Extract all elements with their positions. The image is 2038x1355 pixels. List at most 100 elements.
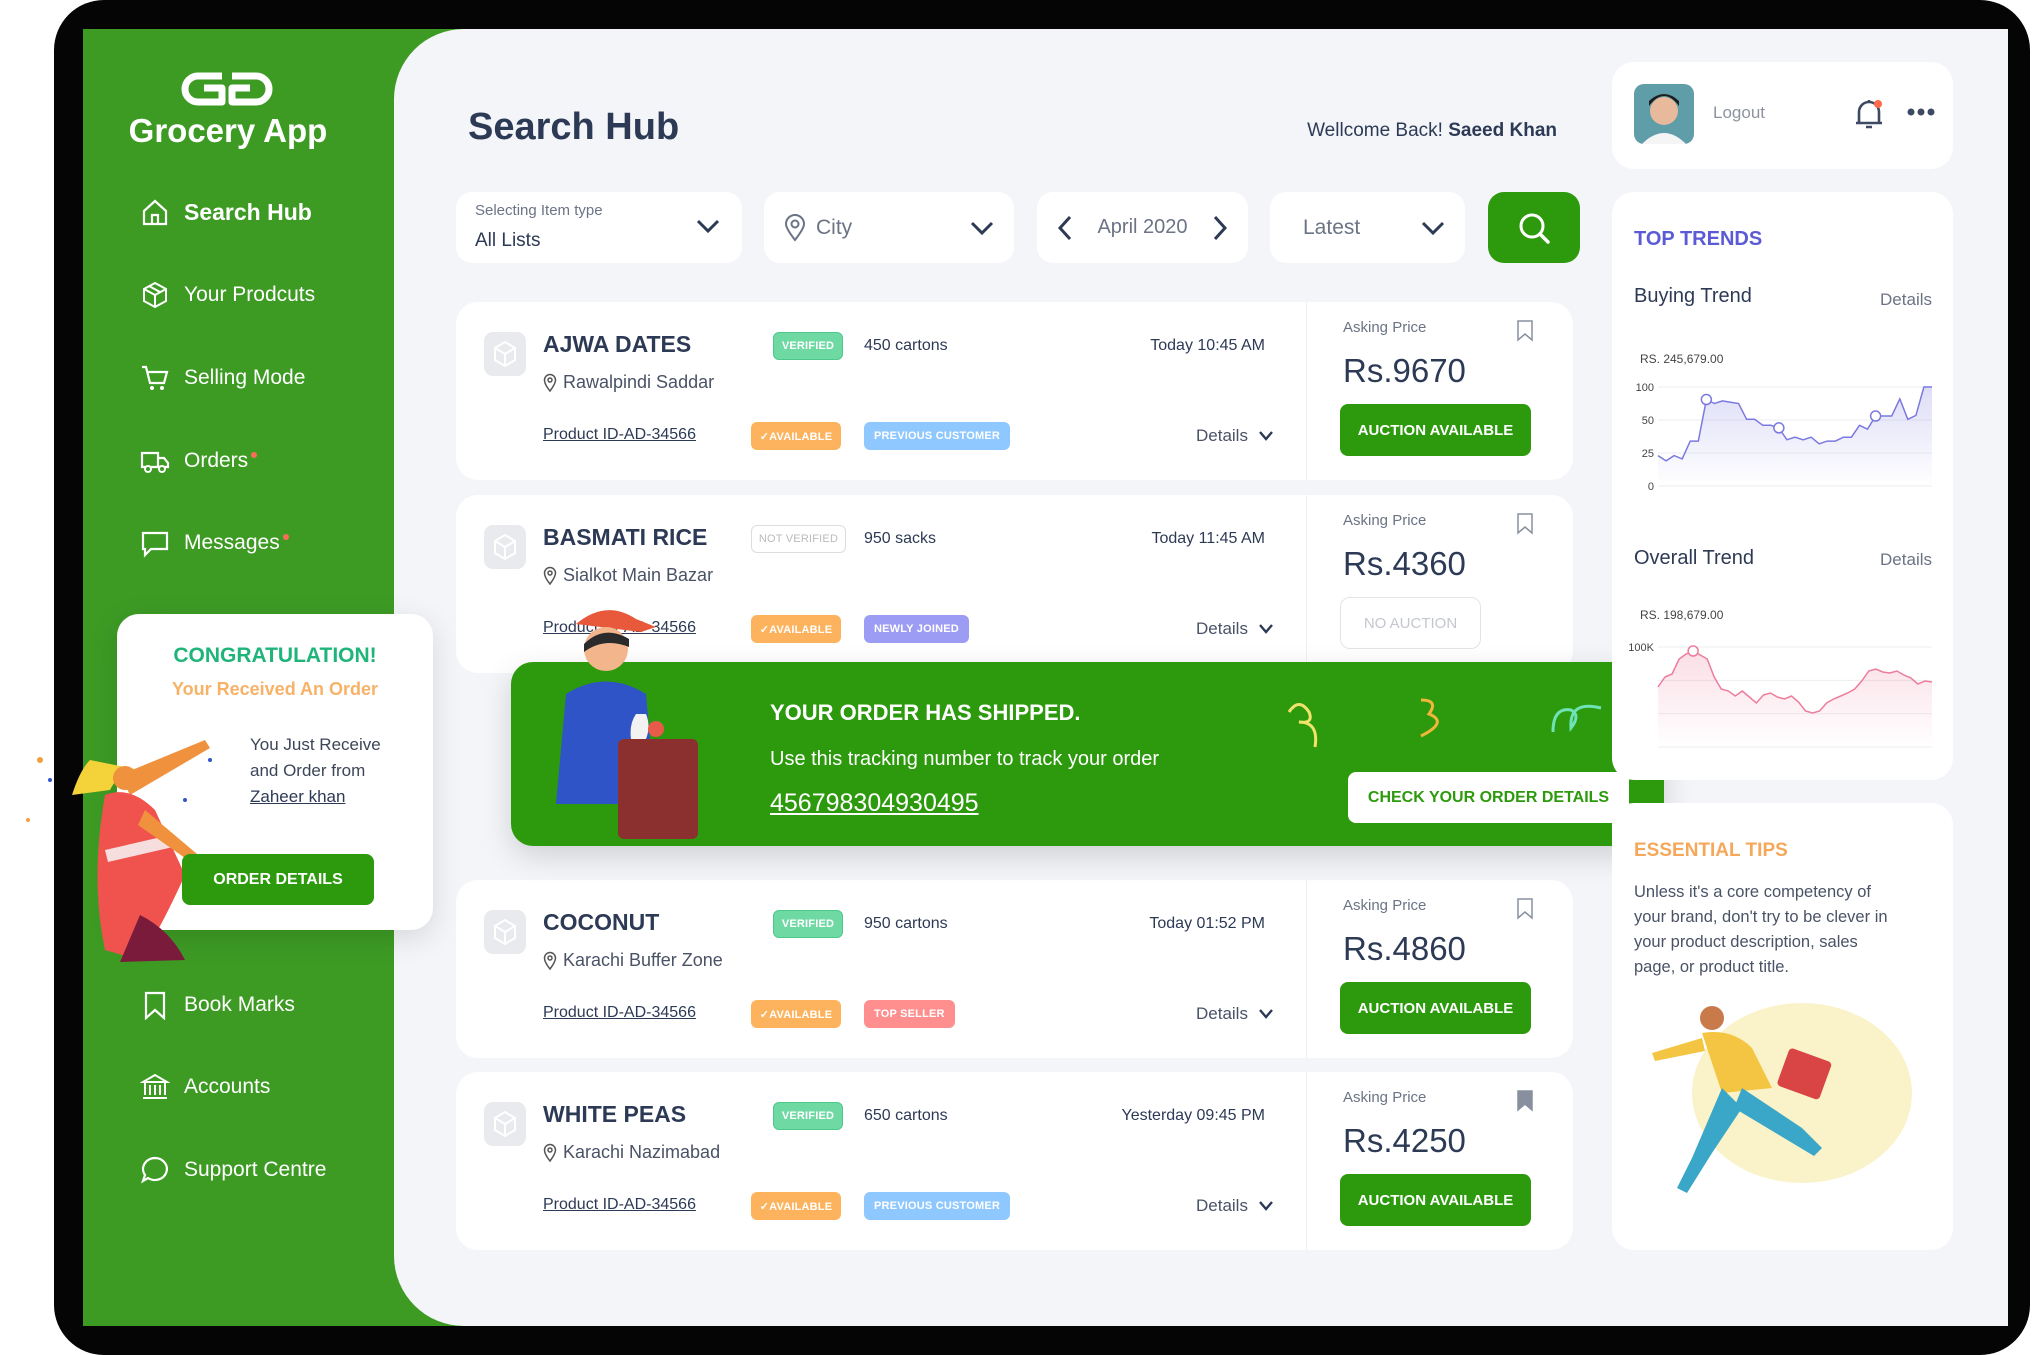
congrats-title: CONGRATULATION! [173, 644, 377, 667]
city-label: City [816, 216, 853, 239]
search-button[interactable] [1488, 192, 1580, 263]
product-id-link[interactable]: Product ID-AD-34566 [543, 426, 696, 444]
more-options-icon[interactable] [1907, 107, 1935, 117]
sidebar-item-label: Selling Mode [184, 366, 306, 389]
product-id-link[interactable]: Product ID-AD-34566 [543, 1004, 696, 1022]
asking-price: Rs.4860 [1343, 930, 1466, 967]
check-order-details-button[interactable]: CHECK YOUR ORDER DETAILS [1348, 772, 1629, 823]
listing-time: Yesterday 09:45 PM [1121, 1107, 1266, 1124]
product-name: BASMATI RICE [543, 524, 708, 550]
buying-value-label: RS. 245,679.00 [1640, 352, 1724, 366]
location: Karachi Buffer Zone [563, 950, 723, 970]
data-point-marker[interactable] [1700, 393, 1713, 406]
location-pin-icon [784, 214, 806, 242]
listing-time: Today 01:52 PM [1149, 915, 1265, 932]
listing-card: AJWA DATES VERIFIED 450 cartons Today 10… [456, 302, 1573, 480]
location: Karachi Nazimabad [563, 1142, 721, 1162]
item-type-select[interactable]: Selecting Item type All Lists [456, 192, 742, 263]
item-type-value: All Lists [475, 230, 541, 251]
asking-price: Rs.4360 [1343, 545, 1466, 582]
details-toggle[interactable]: Details [1196, 1196, 1274, 1216]
congrats-subtitle: Your Received An Order [171, 679, 379, 699]
sidebar-item-search-hub[interactable]: Search Hub [140, 192, 312, 232]
chevron-down-icon [1259, 1009, 1273, 1019]
chevron-down-icon [1259, 624, 1273, 634]
location-pin-icon [543, 373, 557, 393]
sidebar-item-support-centre[interactable]: Support Centre [140, 1150, 326, 1190]
sidebar-item-messages[interactable]: Messages [140, 523, 289, 563]
sort-select[interactable]: Latest [1270, 192, 1465, 263]
top-trends-card: TOP TRENDS Buying Trend Details RS. 245,… [1612, 192, 1953, 780]
data-point-marker[interactable] [1869, 410, 1882, 422]
details-toggle[interactable]: Details [1196, 426, 1274, 446]
buying-trend-title: Buying Trend [1634, 285, 1752, 307]
sidebar-item-label: Messages [184, 531, 280, 554]
y-tick-label: 50 [1642, 415, 1654, 427]
y-tick-label: 100 [1636, 382, 1654, 394]
listing-time: Today 11:45 AM [1151, 530, 1265, 547]
auction-available-button[interactable]: AUCTION AVAILABLE [1340, 1174, 1531, 1226]
product-id-link[interactable]: Product ID-AD-34566 [543, 1196, 696, 1214]
chevron-down-icon [1259, 1201, 1273, 1211]
product-icon [484, 332, 526, 376]
location-pin-icon [543, 1143, 557, 1163]
location-pin-icon [543, 951, 557, 971]
top-trends-title: TOP TRENDS [1634, 228, 1763, 250]
sidebar-item-selling-mode[interactable]: Selling Mode [140, 358, 305, 398]
banner-subtitle: Use this tracking number to track your o… [770, 748, 1160, 770]
details-label: Details [1196, 619, 1248, 638]
chevron-down-icon [696, 219, 720, 234]
quantity: 950 sacks [864, 530, 937, 547]
sidebar-item-book-marks[interactable]: Book Marks [140, 985, 295, 1025]
auction-available-button[interactable]: AUCTION AVAILABLE [1340, 982, 1531, 1034]
avatar[interactable] [1634, 84, 1694, 144]
sidebar-item-your-prodcuts[interactable]: Your Prodcuts [140, 275, 315, 315]
data-point-marker[interactable] [1687, 645, 1699, 657]
sidebar-item-orders[interactable]: Orders [140, 441, 258, 481]
tips-line: page, or product title. [1634, 958, 1790, 976]
overall-value-label: RS. 198,679.00 [1640, 608, 1724, 622]
delivery-man-illustration [556, 610, 698, 839]
bookmark-icon[interactable] [1516, 1090, 1534, 1112]
product-name: AJWA DATES [543, 331, 692, 357]
data-point-marker[interactable] [1773, 422, 1785, 434]
bookmark-icon[interactable] [1516, 898, 1534, 920]
bookmark-icon[interactable] [1516, 320, 1534, 342]
location-pin-icon [543, 566, 557, 586]
sidebar-item-label: Accounts [184, 1075, 271, 1098]
y-tick-label: 100K [1628, 642, 1654, 654]
home-icon [142, 199, 168, 226]
not-verified-badge: NOT VERIFIED [751, 525, 846, 553]
details-toggle[interactable]: Details [1196, 619, 1274, 639]
overall-details-link[interactable]: Details [1880, 550, 1932, 570]
city-select[interactable]: City [764, 192, 1014, 263]
welcome-text: Wellcome Back! Saeed Khan [1307, 120, 1557, 142]
notification-dot [282, 534, 289, 540]
location: Rawalpindi Saddar [563, 372, 715, 392]
sidebar-item-accounts[interactable]: Accounts [140, 1067, 270, 1107]
welcome-label: Wellcome Back! [1307, 120, 1443, 141]
buying-details-link[interactable]: Details [1880, 290, 1932, 310]
running-man-illustration [1652, 1003, 1912, 1193]
asking-price: Rs.9670 [1343, 352, 1466, 389]
available-badge: ✓AVAILABLE [751, 1000, 841, 1028]
divider [1306, 302, 1307, 480]
message-icon [141, 531, 169, 558]
chevron-right-icon[interactable] [1212, 215, 1228, 241]
bell-icon[interactable] [1854, 97, 1884, 131]
bookmark-icon[interactable] [1516, 513, 1534, 535]
truck-icon [140, 451, 170, 473]
item-type-label: Selecting Item type [475, 202, 603, 219]
asking-price-label: Asking Price [1343, 897, 1427, 914]
overall-trend-title: Overall Trend [1634, 547, 1755, 569]
product-icon [484, 1102, 526, 1146]
logout-link[interactable]: Logout [1713, 103, 1765, 123]
divider [1306, 495, 1307, 673]
tips-text: Unless it's a core competency of your br… [1634, 880, 1888, 980]
sidebar-item-label: Support Centre [184, 1158, 327, 1181]
order-details-button[interactable]: ORDER DETAILS [182, 854, 374, 905]
auction-available-button[interactable]: AUCTION AVAILABLE [1340, 404, 1531, 456]
tracking-number-link[interactable]: 456798304930495 [770, 789, 979, 818]
details-toggle[interactable]: Details [1196, 1004, 1274, 1024]
asking-price-label: Asking Price [1343, 319, 1427, 336]
